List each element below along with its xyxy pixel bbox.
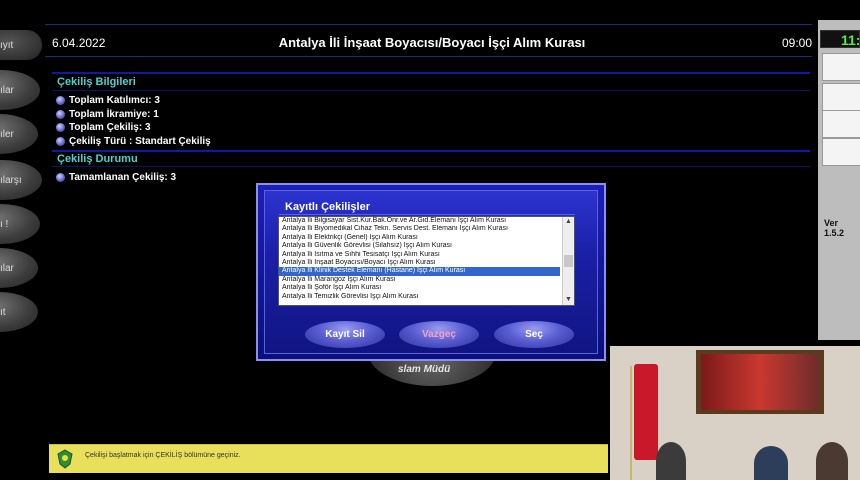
info-row: Çekiliş Türü : Standart Çekiliş — [56, 136, 211, 147]
info-row: Toplam Çekiliş: 3 — [56, 122, 151, 133]
header-time: 09:00 — [781, 36, 812, 50]
nav-item-6[interactable]: ılar — [0, 248, 38, 288]
nav-item-label: ılar — [0, 262, 14, 274]
info-row: Tamamlanan Çekiliş: 3 — [56, 172, 176, 183]
version-label: Ver 1.5.2 — [824, 218, 845, 238]
status-message: Çekilişi başlatmak için ÇEKİLİŞ bölümüne… — [85, 452, 241, 459]
nav-item-label: ılar — [0, 84, 14, 96]
cancel-button[interactable]: Vazgeç — [399, 321, 479, 348]
person — [656, 442, 686, 480]
page-title: Antalya İli İnşaat Boyacısı/Boyacı İşçi … — [278, 35, 586, 50]
section-divider — [52, 166, 810, 167]
list-item[interactable]: Antalya İli Biyomedikal Cihaz Tekn. Serv… — [279, 225, 560, 233]
info-row: Toplam Katılımcı: 3 — [56, 95, 160, 106]
section-title-cekilis-durumu: Çekiliş Durumu — [57, 153, 138, 165]
list-item[interactable]: Antalya İli Temizlik Görevlisi İşçi Alım… — [279, 293, 560, 301]
list-item[interactable]: Antalya İli Şoför İşçi Alım Kurası — [279, 284, 560, 292]
nav-item-5[interactable]: ı ! — [0, 204, 40, 244]
info-text: Tamamlanan Çekiliş: 3 — [69, 172, 177, 183]
list-item[interactable]: Antalya İli Güvenlik Görevlisi (Silahsız… — [279, 242, 560, 250]
scroll-thumb[interactable] — [564, 255, 573, 267]
info-shield-icon — [57, 449, 73, 469]
emblem-text: slam Müdü — [398, 364, 451, 375]
nav-item-1[interactable]: ıyıt — [0, 30, 42, 60]
nav-item-2[interactable]: ılar — [0, 70, 40, 110]
dialog-title-divider — [279, 214, 575, 215]
info-text: Çekiliş Türü : Standart Çekiliş — [69, 136, 211, 147]
list-items: Antalya İli Bilgisayar Sist.Kur.Bak.Onr.… — [279, 217, 574, 301]
app-window: ıyıt ılar ıler ılarşı ı ! ılar ıt 6.04.2… — [0, 0, 860, 480]
scroll-down-icon[interactable]: ▼ — [563, 295, 574, 305]
scroll-up-icon[interactable]: ▲ — [563, 217, 574, 227]
nav-item-label: ıler — [0, 128, 14, 140]
header-bottom-line — [45, 56, 812, 57]
section-divider — [52, 150, 810, 152]
info-text: Toplam Çekiliş: 3 — [69, 122, 151, 133]
info-text: Toplam Katılımcı: 3 — [69, 95, 160, 106]
section-divider — [52, 72, 810, 74]
video-inset — [610, 346, 860, 480]
status-bar: Çekilişi başlatmak için ÇEKİLİŞ bölümüne… — [49, 444, 608, 473]
nav-item-label: ılarşı — [0, 174, 22, 186]
bullet-icon — [56, 173, 65, 182]
nav-item-label: ıyıt — [0, 39, 14, 51]
folder-icon[interactable] — [822, 83, 860, 111]
list-item[interactable]: Antalya İli İnşaat Boyacısı/Boyacı İşçi … — [279, 259, 560, 267]
nav-item-label: ıt — [0, 306, 6, 318]
bullet-icon — [56, 110, 65, 119]
section-title-cekilis-bilgileri: Çekiliş Bilgileri — [57, 76, 136, 88]
bullet-icon — [56, 123, 65, 132]
header-top-line — [45, 24, 812, 25]
nav-item-4[interactable]: ılarşı — [0, 160, 42, 200]
nav-item-label: ı ! — [0, 218, 9, 230]
list-scrollbar[interactable]: ▲ ▼ — [562, 217, 574, 305]
list-item[interactable]: Antalya İli Bilgisayar Sist.Kur.Bak.Onr.… — [279, 217, 560, 225]
bullet-icon — [56, 96, 65, 105]
info-row: Toplam İkramiye: 1 — [56, 109, 159, 120]
flag-icon — [634, 364, 658, 460]
clock: 11: — [820, 30, 860, 48]
saved-draws-list[interactable]: Antalya İli Bilgisayar Sist.Kur.Bak.Onr.… — [278, 216, 575, 306]
header: 6.04.2022 Antalya İli İnşaat Boyacısı/Bo… — [52, 34, 812, 52]
nav-item-7[interactable]: ıt — [0, 292, 38, 332]
flag-pole — [630, 366, 632, 480]
delete-record-button[interactable]: Kayıt Sil — [305, 321, 385, 348]
nav-item-3[interactable]: ıler — [0, 114, 38, 154]
person — [754, 446, 788, 480]
dialog-title: Kayıtlı Çekilişler — [285, 201, 370, 213]
globe-icon[interactable] — [822, 138, 860, 166]
section-divider — [52, 90, 810, 91]
select-button[interactable]: Seç — [494, 321, 574, 348]
list-item[interactable]: Antalya İli Klinik Destek Elemanı (Hasta… — [279, 267, 560, 276]
person — [816, 442, 848, 480]
list-item[interactable]: Antalya İli Elektrikçi (Genel) İşçi Alım… — [279, 234, 560, 242]
info-text: Toplam İkramiye: 1 — [69, 109, 159, 120]
help-icon[interactable] — [822, 110, 860, 138]
list-item[interactable]: Antalya İli Marangoz İşçi Alım Kurası — [279, 276, 560, 284]
portrait-frame — [696, 350, 824, 414]
list-item[interactable]: Antalya İli Isıtma ve Sıhhi Tesisatçı İş… — [279, 251, 560, 259]
bullet-icon — [56, 137, 65, 146]
window-icon[interactable] — [822, 53, 860, 81]
